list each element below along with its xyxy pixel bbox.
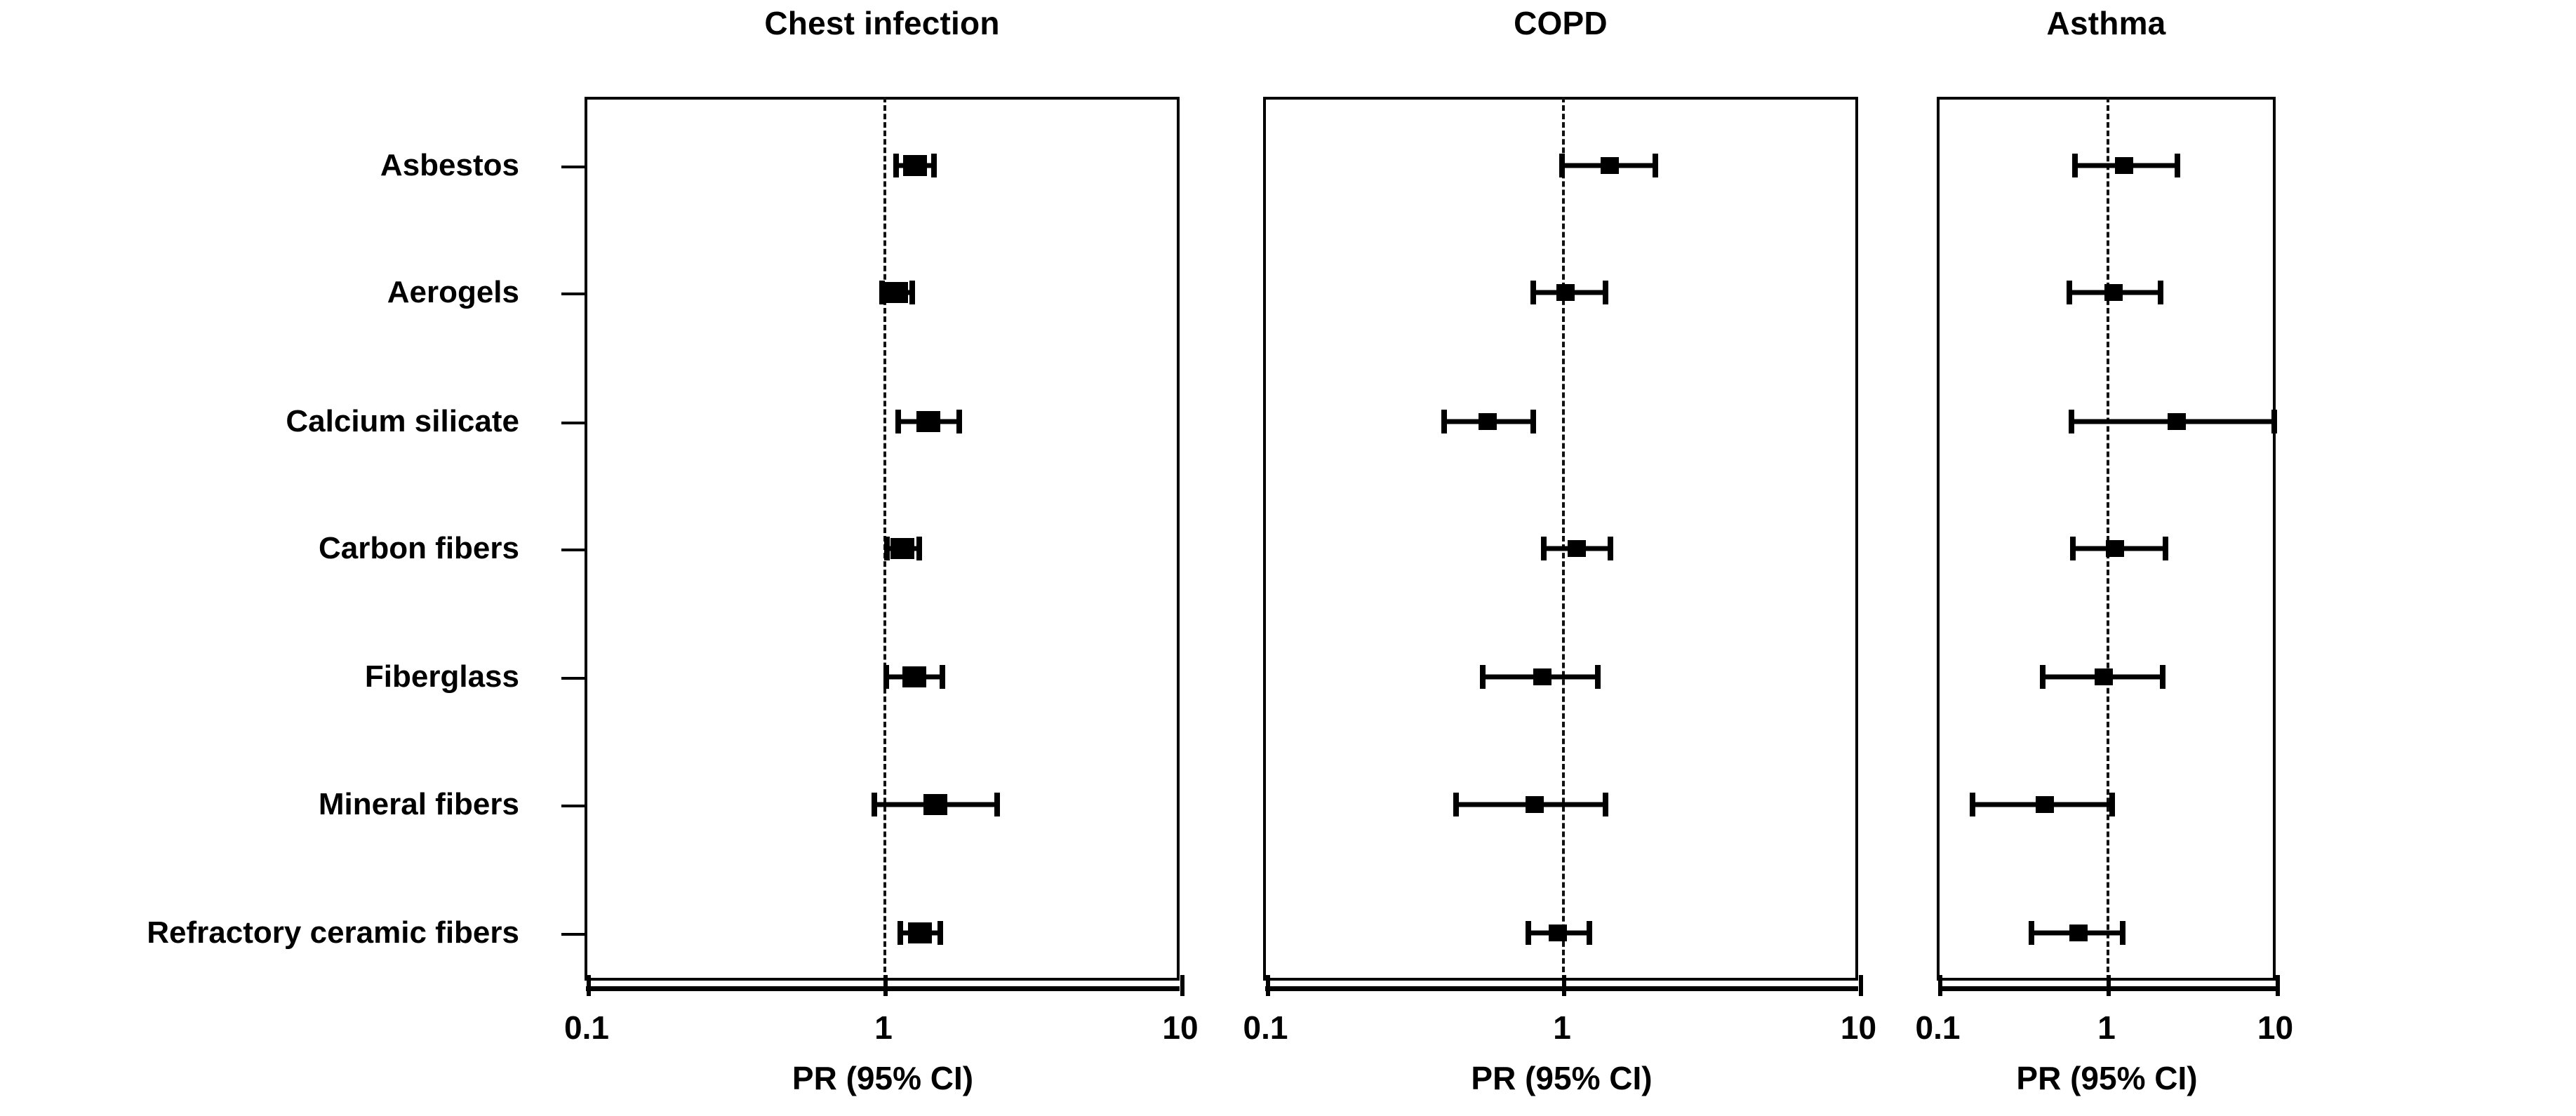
ci-lower-cap (2029, 921, 2035, 945)
ci-lower-cap (2069, 537, 2076, 560)
panel-asthma: Asthma 0.1 1 10 PR (95% CI) (0, 0, 2576, 1116)
ci-upper-cap (2271, 410, 2277, 433)
ci-upper-cap (2160, 665, 2166, 689)
ci-lower-cap (2040, 665, 2046, 689)
ci-lower-cap (1969, 793, 1975, 816)
panel-title: Asthma (2046, 5, 2166, 41)
point-estimate-marker (2094, 668, 2113, 685)
forest-plot-figure: Asbestos Aerogels Calcium silicate Carbon f… (0, 0, 2576, 1116)
x-axis-tick-label: 10 (2257, 1009, 2294, 1046)
ci-upper-cap (2120, 921, 2126, 945)
x-axis-tick (2107, 975, 2111, 996)
ci-upper-cap (2109, 793, 2116, 816)
reference-line (2107, 97, 2109, 981)
ci-lower-cap (2066, 281, 2072, 304)
point-estimate-marker (2069, 925, 2088, 941)
ci-upper-cap (2163, 537, 2169, 560)
ci-lower-cap (2069, 410, 2075, 433)
ci-lower-cap (2072, 154, 2078, 177)
x-axis-tick-label: 1 (2097, 1009, 2116, 1046)
point-estimate-marker (2114, 157, 2133, 174)
point-estimate-marker (2104, 284, 2123, 301)
x-axis-tick (2275, 975, 2280, 996)
x-axis-tick-label: 0.1 (1915, 1009, 1961, 1046)
x-axis-title: PR (95% CI) (2016, 1060, 2198, 1096)
point-estimate-marker (2035, 796, 2054, 813)
ci-upper-cap (2158, 281, 2164, 304)
point-estimate-marker (2167, 413, 2186, 430)
point-estimate-marker (2105, 540, 2124, 557)
ci-upper-cap (2174, 154, 2180, 177)
x-axis-tick (1937, 975, 1942, 996)
